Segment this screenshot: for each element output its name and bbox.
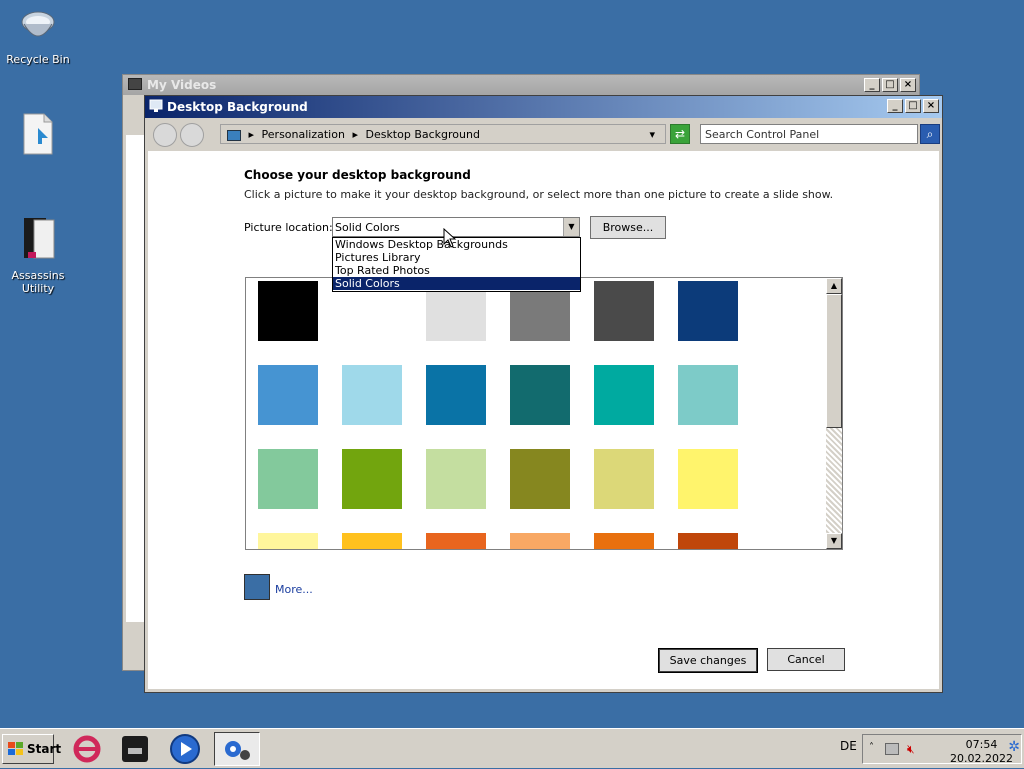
language-indicator[interactable]: DE — [840, 739, 857, 753]
search-icon: ⌕ — [926, 127, 934, 141]
vertical-scrollbar[interactable]: ▲ ▼ — [826, 278, 842, 549]
chevron-up-icon[interactable]: ˄ — [869, 742, 874, 753]
window-title: Desktop Background — [167, 100, 308, 114]
chevron-down-icon[interactable]: ▼ — [563, 218, 579, 236]
window-title: My Videos — [147, 78, 217, 92]
internet-explorer-icon[interactable] — [70, 732, 104, 766]
minimize-button[interactable]: _ — [864, 78, 880, 92]
picture-location-label: Picture location: — [244, 221, 333, 234]
desktop-icon-recycle-bin[interactable]: Recycle Bin — [0, 8, 76, 66]
color-swatch[interactable] — [678, 533, 738, 549]
color-swatch-grid: ▲ ▼ — [245, 277, 843, 550]
content-area: Choose your desktop background Click a p… — [148, 151, 939, 689]
breadcrumb-item-personalization[interactable]: Personalization — [262, 128, 345, 141]
color-swatch[interactable] — [510, 449, 570, 509]
more-link[interactable]: More... — [275, 583, 313, 596]
color-swatch[interactable] — [258, 533, 318, 549]
film-icon — [128, 78, 142, 90]
close-button[interactable]: × — [900, 78, 916, 92]
control-panel-icon — [225, 741, 250, 760]
page-description: Click a picture to make it your desktop … — [244, 188, 834, 201]
search-input[interactable]: Search Control Panel — [700, 124, 918, 144]
my-videos-nav-pane — [126, 135, 146, 622]
color-swatch[interactable] — [594, 281, 654, 341]
back-button[interactable] — [153, 123, 177, 147]
color-swatch[interactable] — [342, 365, 402, 425]
scroll-down-button[interactable]: ▼ — [826, 533, 842, 549]
color-swatch[interactable] — [510, 533, 570, 549]
more-color-swatch[interactable] — [244, 574, 270, 600]
breadcrumb[interactable]: ▸ Personalization ▸ Desktop Background ▾ — [220, 124, 666, 144]
start-button[interactable]: Start — [2, 734, 61, 764]
volume-muted-icon[interactable]: 🔇︎ — [907, 742, 915, 757]
scroll-thumb[interactable] — [826, 294, 842, 428]
color-swatch[interactable] — [510, 365, 570, 425]
color-swatch[interactable] — [426, 365, 486, 425]
app-launcher-icon[interactable] — [118, 732, 152, 766]
chevron-down-icon[interactable]: ▾ — [649, 128, 655, 141]
dropdown-option-selected[interactable]: Solid Colors — [333, 277, 580, 290]
media-player-icon[interactable] — [168, 732, 202, 766]
color-swatch[interactable] — [594, 533, 654, 549]
my-videos-title-bar[interactable]: My Videos _ □ × — [123, 75, 919, 95]
save-changes-button[interactable]: Save changes — [658, 648, 758, 673]
show-desktop-icon[interactable]: ✲ — [1008, 739, 1020, 755]
color-swatch[interactable] — [342, 449, 402, 509]
navigation-bar: ▸ Personalization ▸ Desktop Background ▾… — [148, 120, 940, 148]
color-swatch[interactable] — [258, 281, 318, 341]
color-swatch[interactable] — [426, 449, 486, 509]
color-swatch[interactable] — [678, 365, 738, 425]
start-label: Start — [27, 742, 62, 756]
search-placeholder: Search Control Panel — [705, 128, 820, 141]
chevron-right-icon: ▸ — [248, 128, 255, 141]
control-panel-icon — [149, 99, 163, 112]
file-shortcut-icon — [0, 112, 76, 159]
cancel-button[interactable]: Cancel — [767, 648, 845, 671]
close-button[interactable]: × — [923, 99, 939, 113]
forward-button[interactable] — [180, 123, 204, 147]
desktop-background-window[interactable]: Desktop Background _ □ × ▸ Personalizati… — [144, 95, 943, 693]
window-title-bar[interactable]: Desktop Background _ □ × — [145, 96, 942, 118]
desktop-icon-assassins-utility[interactable]: Assassins Utility — [0, 214, 76, 295]
desktop-icon-shortcut[interactable] — [0, 112, 76, 163]
maximize-button[interactable]: □ — [905, 99, 921, 113]
taskbar: Start DE ˄ 🔇︎ 07:54 20.02.2022 ✲ — [0, 728, 1024, 768]
clock[interactable]: 07:54 20.02.2022 — [950, 738, 1013, 766]
page-title: Choose your desktop background — [244, 168, 471, 182]
monitor-icon — [227, 129, 241, 141]
browse-button[interactable]: Browse... — [590, 216, 666, 239]
recycle-bin-icon — [0, 8, 76, 49]
clock-time: 07:54 — [965, 738, 998, 751]
minimize-button[interactable]: _ — [887, 99, 903, 113]
dropdown-option[interactable]: Pictures Library — [333, 251, 580, 264]
select-value: Solid Colors — [335, 221, 400, 234]
color-swatch[interactable] — [426, 533, 486, 549]
refresh-button[interactable]: ⇄ — [670, 124, 690, 144]
refresh-icon: ⇄ — [674, 127, 686, 141]
maximize-button[interactable]: □ — [882, 78, 898, 92]
desktop-icon-label: Recycle Bin — [6, 53, 70, 66]
color-swatch[interactable] — [594, 365, 654, 425]
dropdown-option[interactable]: Top Rated Photos — [333, 264, 580, 277]
color-swatch[interactable] — [678, 281, 738, 341]
scroll-up-button[interactable]: ▲ — [826, 278, 842, 294]
windows-flag-icon — [8, 742, 23, 755]
color-swatch[interactable] — [678, 449, 738, 509]
clock-date: 20.02.2022 — [950, 752, 1013, 765]
control-panel-task[interactable] — [214, 732, 260, 766]
color-swatch[interactable] — [342, 533, 402, 549]
search-button[interactable]: ⌕ — [920, 124, 940, 144]
color-swatch[interactable] — [594, 449, 654, 509]
mouse-cursor-icon — [443, 228, 457, 248]
color-swatch[interactable] — [258, 449, 318, 509]
chevron-right-icon: ▸ — [352, 128, 358, 141]
network-icon[interactable] — [885, 743, 899, 755]
assassins-utility-icon — [0, 214, 76, 265]
color-swatch[interactable] — [258, 365, 318, 425]
desktop-icon-label: Assassins Utility — [11, 269, 65, 295]
system-tray: ˄ 🔇︎ 07:54 20.02.2022 — [862, 734, 1022, 766]
breadcrumb-item-desktop-background[interactable]: Desktop Background — [365, 128, 480, 141]
